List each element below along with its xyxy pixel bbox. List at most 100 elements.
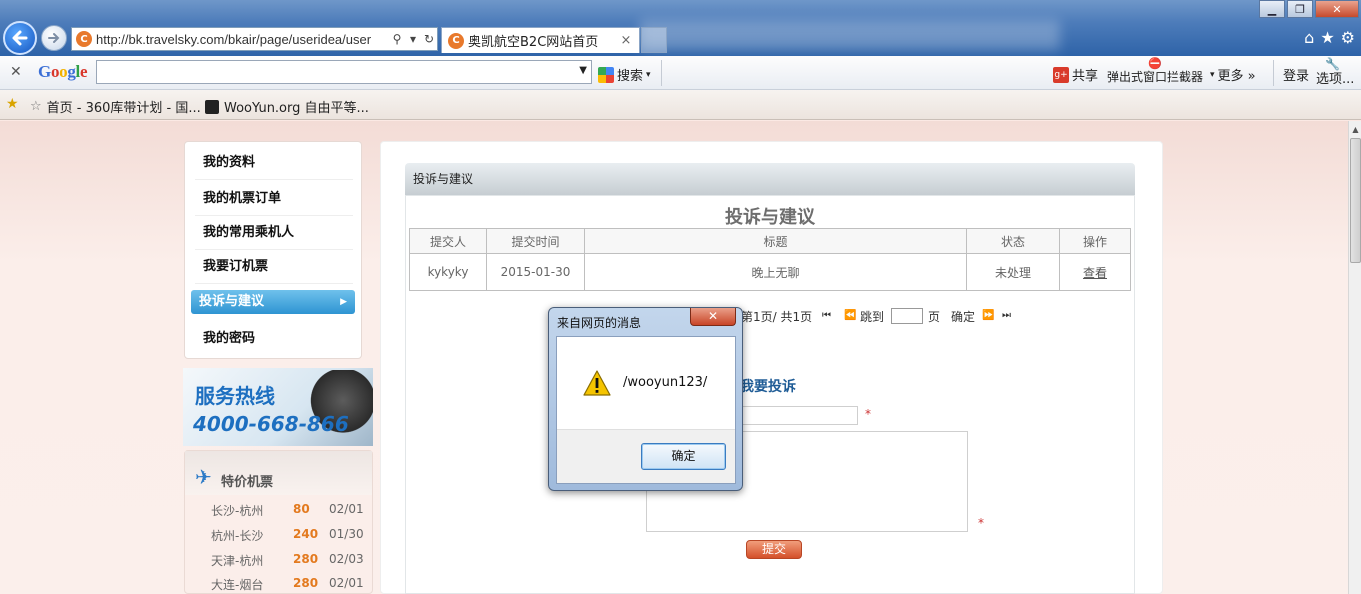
toolbar-close-icon[interactable]: ✕ bbox=[10, 64, 22, 80]
tab-close-icon[interactable]: × bbox=[619, 33, 633, 48]
window-close-button[interactable]: ✕ bbox=[1315, 0, 1359, 18]
column-header: 标题 bbox=[584, 228, 967, 254]
sidebar-item-password[interactable]: 我的密码 bbox=[195, 322, 353, 356]
more-button[interactable]: ▾ 更多 » bbox=[1210, 65, 1256, 84]
page-info: 第1页/ 共1页 bbox=[741, 310, 813, 324]
browser-right-icons: ⌂ ★ ⚙ bbox=[1304, 28, 1355, 47]
search-button-label: 搜索 bbox=[617, 69, 644, 84]
next-page-icon[interactable]: ⏩ bbox=[982, 310, 994, 321]
scrollbar-thumb[interactable] bbox=[1350, 138, 1361, 263]
home-icon[interactable]: ⌂ bbox=[1304, 28, 1314, 47]
minimize-button[interactable]: ▁ bbox=[1259, 0, 1285, 18]
fare-price: 240 bbox=[293, 527, 319, 541]
fare-price: 80 bbox=[293, 502, 310, 516]
chevron-down-icon: ▾ bbox=[646, 69, 651, 80]
fare-date: 02/01 bbox=[329, 576, 364, 590]
page-label: 页 bbox=[928, 310, 941, 324]
share-label: 共享 bbox=[1072, 69, 1099, 84]
share-button[interactable]: g+ 共享 bbox=[1053, 65, 1098, 84]
first-page-icon[interactable]: ⏮ bbox=[822, 310, 831, 321]
cell-title: 晚上无聊 bbox=[584, 253, 967, 291]
page-number-input[interactable] bbox=[891, 308, 923, 324]
search-dropdown-icon[interactable]: ▼ bbox=[579, 65, 587, 76]
vertical-scrollbar[interactable]: ▲ bbox=[1348, 121, 1361, 594]
fare-date: 02/01 bbox=[329, 502, 364, 516]
jump-label: 跳到 bbox=[860, 310, 885, 324]
search-icon[interactable]: ⚲ bbox=[389, 32, 405, 46]
google-logo: Google bbox=[38, 62, 88, 81]
google-plus-icon: g+ bbox=[1053, 66, 1069, 83]
hotline-number: 4000-668-866 bbox=[193, 412, 349, 436]
page-title: 投诉与建议 bbox=[725, 207, 815, 228]
column-header: 提交人 bbox=[409, 228, 487, 254]
sidebar-item-orders[interactable]: 我的机票订单 bbox=[195, 182, 353, 216]
sidebar-item-book-ticket[interactable]: 我要订机票 bbox=[195, 250, 353, 284]
tab-title: 奥凯航空B2C网站首页 bbox=[468, 35, 599, 50]
refresh-icon[interactable]: ↻ bbox=[421, 32, 437, 46]
fare-date: 01/30 bbox=[329, 527, 364, 541]
table-row: kykyky 2015-01-30 晚上无聊 未处理 查看 bbox=[409, 253, 1131, 291]
tab-active[interactable]: C 奥凯航空B2C网站首页 × bbox=[441, 27, 640, 53]
back-button[interactable] bbox=[3, 21, 37, 55]
back-arrow-icon bbox=[12, 30, 28, 46]
account-sidebar-menu: 我的资料 我的机票订单 我的常用乘机人 我要订机票 投诉与建议 ▶ 我的密码 bbox=[184, 141, 362, 359]
complaint-title-input[interactable] bbox=[740, 406, 858, 425]
submit-button[interactable]: 提交 bbox=[746, 540, 802, 559]
favorite-label: WooYun.org 自由平等... bbox=[224, 101, 369, 116]
google-g-icon bbox=[598, 66, 614, 83]
more-label: 更多 » bbox=[1217, 69, 1256, 84]
chevron-down-icon: ▾ bbox=[1210, 69, 1215, 80]
tools-gear-icon[interactable]: ⚙ bbox=[1341, 28, 1355, 47]
google-search-button[interactable]: 搜索 ▾ bbox=[598, 65, 651, 84]
sidebar-item-profile[interactable]: 我的资料 bbox=[195, 146, 353, 180]
google-search-input[interactable]: ▼ bbox=[96, 60, 592, 84]
hotline-title: 服务热线 bbox=[195, 384, 275, 408]
dropdown-icon[interactable]: ▾ bbox=[405, 32, 421, 46]
favorite-link[interactable]: WooYun.org 自由平等... bbox=[205, 97, 369, 116]
dialog-close-button[interactable]: ✕ bbox=[690, 308, 736, 326]
login-button[interactable]: 登录 bbox=[1283, 65, 1309, 84]
favorite-link[interactable]: ☆ 首页 - 360库带计划 - 国... bbox=[30, 97, 201, 116]
forward-arrow-icon bbox=[48, 33, 60, 43]
new-tab-button[interactable] bbox=[641, 27, 667, 53]
required-mark: * bbox=[865, 407, 871, 421]
forward-button[interactable] bbox=[41, 25, 67, 51]
sidebar-item-passengers[interactable]: 我的常用乘机人 bbox=[195, 216, 353, 250]
jump-confirm-button[interactable]: 确定 bbox=[951, 308, 975, 325]
site-favicon-icon: C bbox=[76, 31, 92, 47]
prev-page-icon[interactable]: ⏪ bbox=[844, 310, 856, 321]
favorites-star-icon[interactable]: ★ bbox=[1320, 28, 1334, 47]
cell-action: 查看 bbox=[1059, 253, 1131, 291]
view-link[interactable]: 查看 bbox=[1083, 266, 1107, 280]
last-page-icon[interactable]: ⏭ bbox=[1002, 310, 1011, 321]
required-mark: * bbox=[978, 516, 984, 530]
address-bar[interactable]: C http://bk.travelsky.com/bkair/page/use… bbox=[71, 27, 438, 51]
fare-route: 长沙-杭州 bbox=[211, 504, 264, 518]
favorite-label: 首页 - 360库带计划 - 国... bbox=[46, 101, 201, 116]
scroll-up-icon[interactable]: ▲ bbox=[1349, 121, 1361, 138]
sidebar-item-feedback[interactable]: 投诉与建议 ▶ bbox=[191, 290, 355, 314]
special-fares-header: ✈ 特价机票 bbox=[185, 451, 372, 495]
feedback-table: 提交人 提交时间 标题 状态 操作 kykyky 2015-01-30 晚上无聊… bbox=[409, 228, 1131, 291]
alert-dialog: 来自网页的消息 ✕ /wooyun123/ 确定 bbox=[548, 307, 743, 491]
complaint-form-title: 我要投诉 bbox=[740, 379, 796, 395]
favorites-add-icon[interactable]: ★ bbox=[6, 96, 19, 112]
popup-blocker-button[interactable]: 弹出式窗口拦截器 bbox=[1107, 68, 1203, 85]
address-url[interactable]: http://bk.travelsky.com/bkair/page/useri… bbox=[96, 32, 389, 47]
dialog-footer: 确定 bbox=[557, 429, 735, 483]
google-toolbar: ✕ Google ▼ 搜索 ▾ g+ 共享 弹出式窗口拦截器 ⛔ ▾ 更多 » … bbox=[0, 56, 1361, 90]
warning-icon bbox=[583, 370, 611, 396]
fare-route: 天津-杭州 bbox=[211, 554, 264, 568]
dialog-ok-button[interactable]: 确定 bbox=[641, 443, 726, 470]
fare-date: 02/03 bbox=[329, 552, 364, 566]
dialog-title: 来自网页的消息 bbox=[557, 316, 642, 330]
tab-favicon-icon: C bbox=[448, 32, 464, 49]
titlebar-glow bbox=[640, 20, 1060, 50]
dialog-body: /wooyun123/ 确定 bbox=[556, 336, 736, 484]
wrench-icon: 🔧 bbox=[1325, 57, 1340, 71]
toolbar-divider bbox=[661, 60, 662, 86]
column-header: 操作 bbox=[1059, 228, 1131, 254]
column-header: 提交时间 bbox=[486, 228, 585, 254]
panel-header: 投诉与建议 bbox=[405, 163, 1135, 195]
maximize-button[interactable]: ❐ bbox=[1287, 0, 1313, 18]
